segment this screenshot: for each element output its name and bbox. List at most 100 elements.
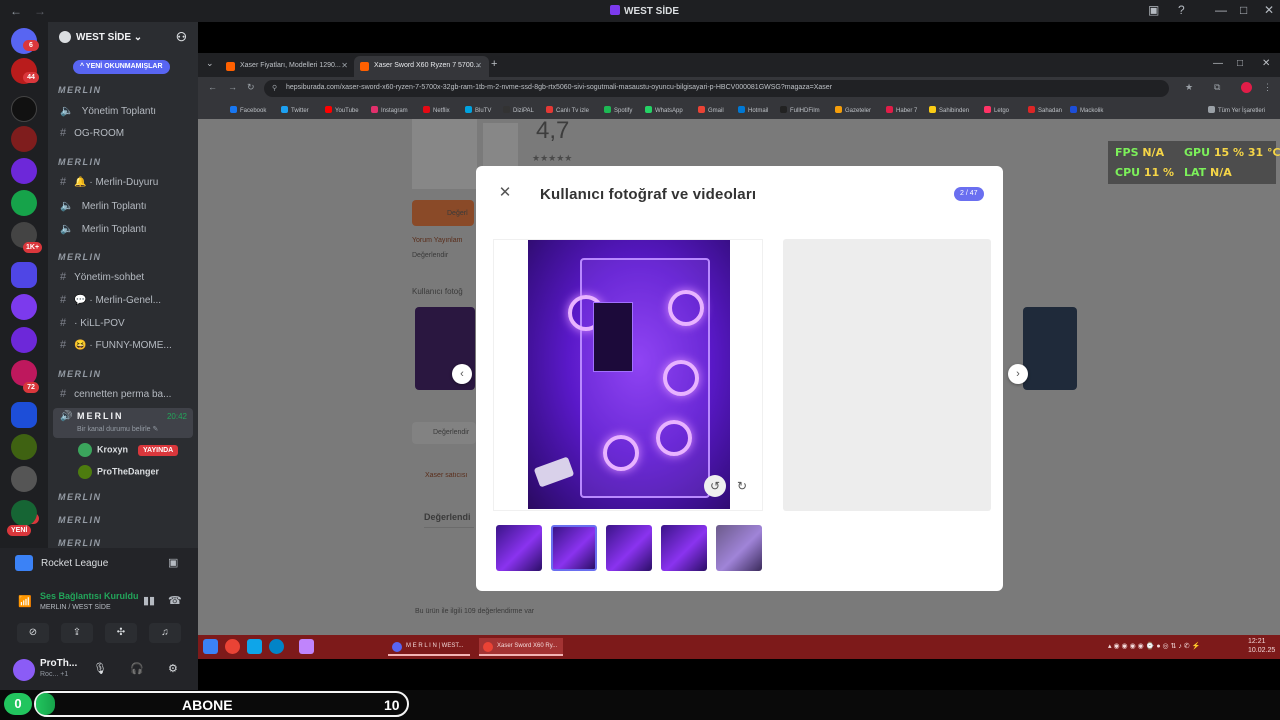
chrome-icon[interactable] <box>225 639 240 654</box>
category-header[interactable]: MERLIN <box>58 252 102 262</box>
minimize-icon[interactable]: — <box>1213 58 1223 69</box>
bookmark-item[interactable]: Gazeteler <box>835 106 871 114</box>
voice-user[interactable]: Kroxyn YAYINDA <box>78 443 179 457</box>
category-header[interactable]: MERLIN <box>58 85 102 95</box>
channel-item[interactable]: # 🔔 · Merlin-Duyuru <box>60 176 158 188</box>
bookmark-item[interactable]: Sahadan <box>1028 106 1062 114</box>
next-arrow-icon[interactable]: › <box>1008 364 1028 384</box>
bookmark-item[interactable]: BluTV <box>465 106 491 114</box>
channel-item[interactable]: 🔈 Merlin Toplantı <box>60 199 147 212</box>
rotate-right-icon[interactable]: ↻ <box>731 475 753 497</box>
forward-icon[interactable]: → <box>228 82 237 92</box>
bookmark-item[interactable]: Canlı Tv izle <box>546 106 589 114</box>
channel-item[interactable]: 🔈 Yönetim Toplantı <box>60 104 156 117</box>
bookmark-item[interactable]: YouTube <box>325 106 359 114</box>
bookmark-item[interactable]: Letgo <box>984 106 1009 114</box>
clock[interactable]: 12:21 10.02.25 <box>1248 637 1275 655</box>
channel-item[interactable]: # Yönetim-sohbet <box>60 271 144 283</box>
inbox-icon[interactable]: ▣ <box>1148 3 1159 17</box>
app-icon[interactable] <box>299 639 314 654</box>
server-icon[interactable] <box>11 500 37 526</box>
user-photo[interactable] <box>528 240 730 509</box>
bookmark-item[interactable]: Tüm Yer İşaretleri <box>1208 106 1265 114</box>
activity-panel[interactable]: Rocket League ▣ <box>0 548 198 578</box>
noise-suppression-icon[interactable]: ▮▮ <box>143 594 155 607</box>
channel-item[interactable]: 🔈 Merlin Toplantı <box>60 222 147 235</box>
bookmark-item[interactable]: Facebook <box>230 106 266 114</box>
back-icon[interactable]: ← <box>208 82 217 92</box>
settings-icon[interactable]: ⚙ <box>168 662 178 675</box>
game-overlay-icon[interactable]: ▣ <box>168 556 178 569</box>
voice-connected-label[interactable]: Ses Bağlantısı Kuruldu <box>40 591 139 601</box>
merlin-server-icon[interactable] <box>11 158 37 184</box>
photo-thumbnail[interactable] <box>1023 307 1077 390</box>
edge-icon[interactable] <box>269 639 284 654</box>
close-icon[interactable]: ✕ <box>495 183 515 203</box>
voice-user[interactable]: ProTheDanger <box>78 465 159 479</box>
activities-button[interactable]: ✣ <box>105 623 137 643</box>
bookmark-item[interactable]: Netflix <box>423 106 450 114</box>
category-header[interactable]: MERLIN <box>58 369 102 379</box>
category-header[interactable]: MERLIN <box>58 538 102 548</box>
bookmark-item[interactable]: Twitter <box>281 106 309 114</box>
disconnect-icon[interactable]: ☎ <box>168 594 182 607</box>
taskbar-app-discord[interactable]: M E R L I N | WEST... <box>388 638 470 656</box>
camera-off-button[interactable]: ⊘ <box>17 623 49 643</box>
new-unread-pill[interactable]: ^ YENİ OKUNMAMIŞLAR <box>73 60 170 74</box>
folder-icon[interactable] <box>11 402 37 428</box>
channel-item[interactable]: # 😆 · FUNNY-MOME... <box>60 339 172 351</box>
windows-start-icon[interactable] <box>203 639 218 654</box>
product-thumbnail[interactable] <box>412 119 477 189</box>
bookmark-item[interactable]: DiziPAL <box>503 106 534 114</box>
server-f-icon[interactable] <box>11 327 37 353</box>
browser-tab[interactable]: Xaser Fiyatları, Modelleri 1290... ✕ <box>220 56 355 77</box>
bookmark-item[interactable]: Spotify <box>604 106 632 114</box>
new-tab-icon[interactable]: + <box>491 58 497 70</box>
voice-status[interactable]: Bir kanal durumu belirle ✎ <box>77 425 158 433</box>
bookmark-star-icon[interactable]: ★ <box>1185 82 1193 93</box>
category-header[interactable]: MERLIN <box>58 515 102 525</box>
screen-share-button[interactable]: ⇪ <box>61 623 93 643</box>
kick-server-icon[interactable] <box>11 190 37 216</box>
bookmark-item[interactable]: Hotmail <box>738 106 768 114</box>
invite-icon[interactable]: ⚇ <box>176 30 187 44</box>
server-w-icon[interactable] <box>11 96 37 122</box>
bookmark-item[interactable]: Sahibinden <box>929 106 969 114</box>
channel-item[interactable]: # cennetten perma ba... <box>60 388 171 400</box>
server-f-icon[interactable] <box>11 294 37 320</box>
channel-item[interactable]: # 💬 · Merlin-Genel... <box>60 294 161 306</box>
close-window-icon[interactable]: ✕ <box>1262 58 1270 69</box>
folder-icon[interactable] <box>11 262 37 288</box>
photo-thumbnail[interactable] <box>606 525 652 571</box>
tray-icons[interactable]: ▴ ◉ ◉ ◉ ◉ ⌚ ● ◎ ⇅ ♪ ✆ ⚡ <box>1108 642 1200 650</box>
menu-icon[interactable]: ⋮ <box>1263 82 1272 93</box>
rotate-left-icon[interactable]: ↺ <box>704 475 726 497</box>
previous-arrow-icon[interactable]: ‹ <box>452 364 472 384</box>
server-icon[interactable] <box>11 466 37 492</box>
headphones-icon[interactable]: 🎧 <box>130 662 144 675</box>
category-header[interactable]: MERLIN <box>58 157 102 167</box>
channel-item[interactable]: # · KiLL-POV <box>60 317 125 329</box>
photo-thumbnail-selected[interactable] <box>551 525 597 571</box>
address-bar[interactable]: ⚲ hepsiburada.com/xaser-sword-x60-ryzen-… <box>264 80 1169 97</box>
server-icon[interactable] <box>11 126 37 152</box>
maximize-icon[interactable]: □ <box>1240 3 1247 17</box>
taskbar-app-chrome[interactable]: Xaser Sword X60 Ry... <box>479 638 563 656</box>
forward-arrow-icon[interactable]: → <box>34 4 46 18</box>
help-icon[interactable]: ? <box>1178 3 1185 17</box>
active-voice-channel[interactable]: 🔊 MERLIN 20:42 Bir kanal durumu belirle … <box>53 408 193 438</box>
bookmark-item[interactable]: Mackolik <box>1070 106 1103 114</box>
review-button[interactable]: Değerl <box>412 200 474 226</box>
microphone-icon[interactable]: 🎙 <box>93 662 107 675</box>
soundboard-button[interactable]: ♫ <box>149 623 181 643</box>
photo-thumbnail[interactable] <box>496 525 542 571</box>
server-icon[interactable] <box>11 434 37 460</box>
tab-search-icon[interactable]: ⌄ <box>206 58 214 69</box>
close-tab-icon[interactable]: ✕ <box>475 61 482 70</box>
bookmark-item[interactable]: FullHDFilm <box>780 106 820 114</box>
back-arrow-icon[interactable]: ← <box>10 4 22 18</box>
channel-item[interactable]: # OG-ROOM <box>60 127 124 139</box>
guild-header[interactable]: WEST SİDE ⌄ ⚇ <box>48 22 198 52</box>
bookmark-item[interactable]: Instagram <box>371 106 408 114</box>
bookmark-item[interactable]: Haber 7 <box>886 106 917 114</box>
